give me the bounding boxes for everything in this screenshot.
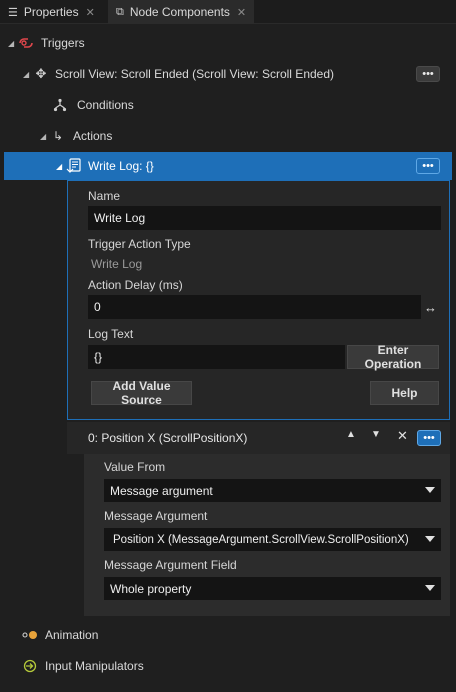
action-delay-label: Action Delay (ms): [88, 278, 183, 292]
close-icon[interactable]: ✕: [86, 6, 95, 19]
expand-triangle-icon[interactable]: ◢: [23, 70, 33, 79]
tree-item-animation[interactable]: Animation: [22, 626, 98, 644]
tab-bar: ☰ Properties ✕ ⧉ Node Components ✕: [0, 0, 456, 24]
trigger-label: Scroll View: Scroll Ended (Scroll View: …: [55, 67, 335, 81]
trigger-action-type-value: Write Log: [91, 257, 143, 271]
value-from-select[interactable]: Message argument: [104, 479, 441, 502]
node-components-icon: ⧉: [116, 5, 124, 18]
name-field[interactable]: Write Log: [88, 206, 441, 230]
tree-item-triggers[interactable]: ◢ Triggers: [8, 34, 85, 52]
action-delay-field[interactable]: 0: [88, 295, 421, 319]
write-log-label: Write Log: {}: [88, 159, 154, 173]
chevron-down-icon: [425, 585, 435, 591]
add-value-source-button[interactable]: Add Value Source: [91, 379, 192, 407]
log-text-field[interactable]: {}: [88, 345, 345, 369]
actions-label: Actions: [73, 129, 113, 143]
input-manipulators-label: Input Manipulators: [45, 659, 144, 673]
message-argument-select[interactable]: Position X (MessageArgument.ScrollView.S…: [104, 528, 441, 551]
value-from-selected: Message argument: [110, 483, 213, 498]
remove-icon[interactable]: ✕: [397, 428, 408, 444]
close-icon[interactable]: ✕: [237, 6, 246, 19]
message-argument-field-label: Message Argument Field: [104, 558, 237, 572]
tree-item-trigger[interactable]: ◢ ✥ Scroll View: Scroll Ended (Scroll Vi…: [23, 64, 334, 84]
name-label: Name: [88, 189, 121, 203]
drag-value-icon[interactable]: ↔: [424, 300, 437, 315]
tab-properties[interactable]: ☰ Properties ✕: [8, 0, 95, 24]
expand-triangle-icon[interactable]: ◢: [56, 162, 66, 171]
tree-item-input-manipulators[interactable]: Input Manipulators: [22, 657, 144, 675]
log-text-label: Log Text: [88, 327, 134, 341]
triggers-label: Triggers: [41, 36, 85, 50]
chevron-down-icon: [425, 536, 435, 542]
input-manipulators-icon: [22, 658, 38, 674]
move-arrows-icon: ✥: [35, 66, 47, 81]
triggers-icon: [18, 35, 34, 51]
action-more-button[interactable]: •••: [416, 158, 440, 174]
value-from-label: Value From: [104, 460, 166, 474]
value-source-more-button[interactable]: •••: [417, 430, 441, 446]
chevron-down-icon: [425, 487, 435, 493]
message-argument-selected: Position X (MessageArgument.ScrollView.S…: [113, 533, 409, 546]
write-log-icon: [66, 158, 82, 174]
tab-node-components[interactable]: ⧉ Node Components ✕: [108, 0, 255, 24]
conditions-label: Conditions: [77, 98, 134, 112]
expand-triangle-icon[interactable]: ◢: [40, 132, 50, 141]
tab-node-components-label: Node Components: [129, 5, 230, 19]
conditions-icon: [52, 97, 68, 113]
tree-item-write-log[interactable]: ◢ Write Log: {}: [56, 157, 154, 175]
animation-label: Animation: [45, 628, 99, 642]
message-argument-label: Message Argument: [104, 509, 208, 523]
trigger-more-button[interactable]: •••: [416, 66, 440, 82]
message-argument-field-selected: Whole property: [110, 581, 192, 596]
message-argument-field-select[interactable]: Whole property: [104, 577, 441, 600]
move-down-icon[interactable]: ▼: [371, 429, 381, 440]
enter-operation-button[interactable]: Enter Operation: [347, 343, 439, 371]
move-up-icon[interactable]: ▲: [346, 429, 356, 440]
tree-item-actions[interactable]: ◢ ↳ Actions: [40, 127, 112, 145]
help-button[interactable]: Help: [370, 381, 439, 405]
trigger-action-type-label: Trigger Action Type: [88, 237, 191, 251]
tree-item-conditions[interactable]: Conditions: [52, 96, 134, 114]
actions-icon: ↳: [52, 129, 64, 143]
list-icon: ☰: [8, 6, 18, 19]
animation-icon: [22, 627, 38, 643]
value-source-title: 0: Position X (ScrollPositionX): [88, 431, 248, 445]
tab-properties-label: Properties: [23, 5, 79, 19]
expand-triangle-icon[interactable]: ◢: [8, 39, 18, 48]
